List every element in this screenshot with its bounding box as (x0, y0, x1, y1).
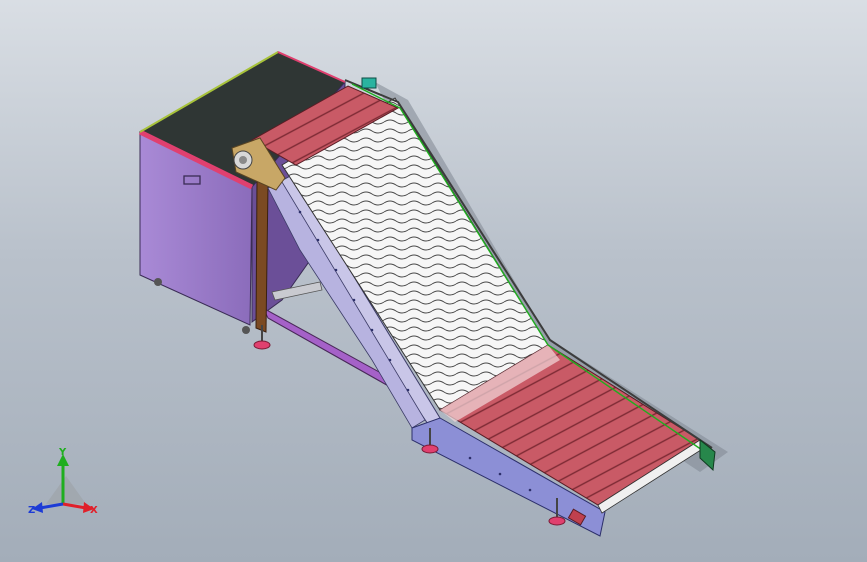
conveyor-model[interactable] (0, 0, 867, 562)
chip-conveyor[interactable] (231, 77, 716, 537)
bin-caster (242, 326, 250, 334)
cad-viewport[interactable]: Y X Z (0, 0, 867, 562)
bin-caster (154, 278, 162, 286)
orientation-triad[interactable]: Y X Z (26, 448, 106, 524)
axis-label-y: Y (59, 447, 67, 458)
axis-label-x: X (90, 505, 98, 516)
axis-label-z: Z (28, 505, 36, 516)
drive-box (361, 77, 377, 89)
support-post (255, 179, 269, 333)
